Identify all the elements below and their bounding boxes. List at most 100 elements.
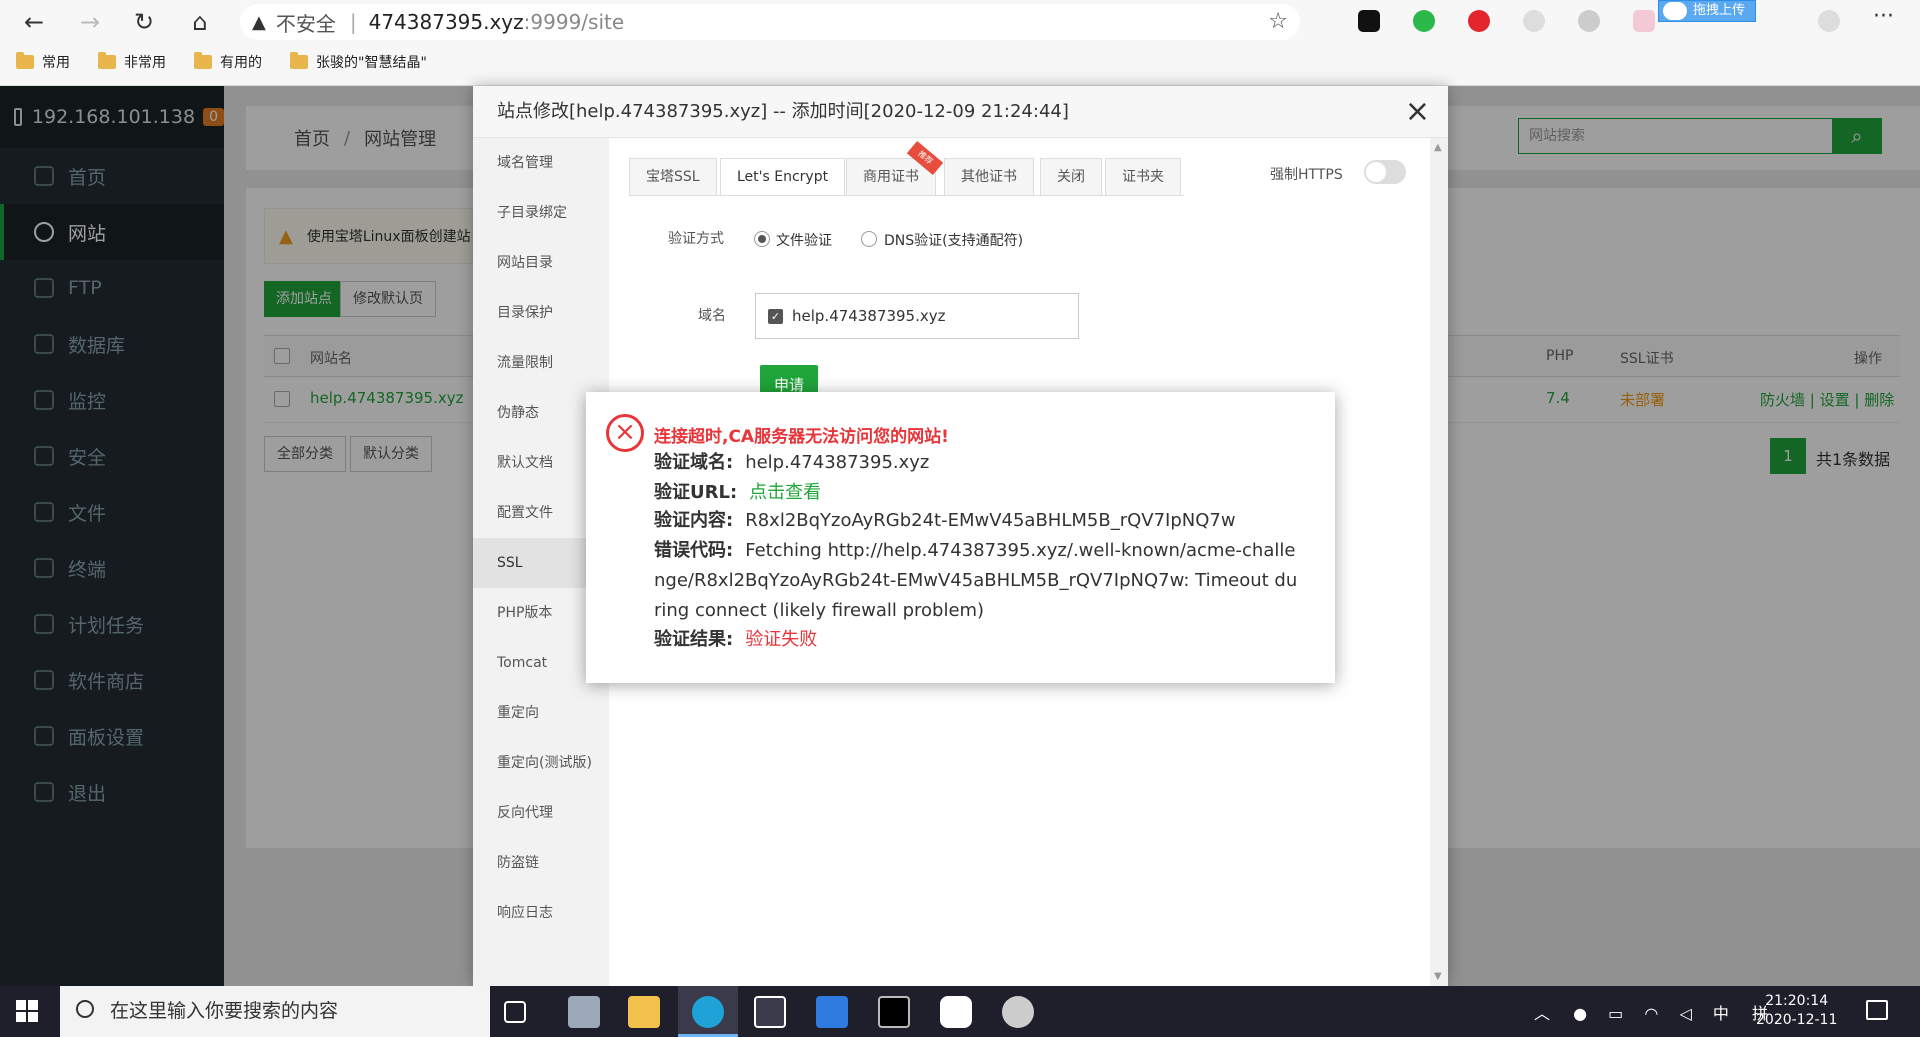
app-icon[interactable]: [1002, 996, 1034, 1028]
app-icon[interactable]: [568, 996, 600, 1028]
wifi-icon[interactable]: ◠: [1644, 1004, 1658, 1023]
file-verify-radio[interactable]: [754, 231, 770, 247]
modal-nav-item[interactable]: 域名管理: [473, 138, 609, 188]
upload-badge[interactable]: 拖拽上传: [1658, 0, 1757, 22]
search-icon: [76, 1000, 94, 1018]
browser-toolbar: ← → ↻ ⌂ ▲ 不安全 | 474387395.xyz :9999/site…: [0, 0, 1920, 86]
folder-icon: [194, 52, 212, 69]
error-code-block: 错误代码: Fetching http://help.474387395.xyz/…: [654, 536, 1304, 626]
extension-icon[interactable]: [1523, 10, 1545, 32]
verify-result-value: 验证失败: [745, 629, 818, 650]
dns-verify-label[interactable]: DNS验证(支持通配符): [884, 230, 1023, 250]
store-icon[interactable]: [754, 996, 786, 1028]
modal-nav-item[interactable]: 网站目录: [473, 238, 609, 288]
verification-error-dialog: × 连接超时,CA服务器无法访问您的网站! 验证域名: help.47438739…: [586, 392, 1335, 683]
taskbar-search-placeholder: 在这里输入你要搜索的内容: [110, 1000, 339, 1022]
modal-title: 站点修改[help.474387395.xyz] -- 添加时间[2020-12…: [473, 86, 1448, 138]
force-https-label: 强制HTTPS: [1270, 167, 1343, 183]
battery-icon[interactable]: ▭: [1608, 1004, 1623, 1023]
domain-option[interactable]: help.474387395.xyz: [792, 307, 945, 325]
modal-nav-item[interactable]: 目录保护: [473, 288, 609, 338]
error-code-value: Fetching http://help.474387395.xyz/.well…: [654, 540, 1298, 621]
chevron-up-icon[interactable]: ︿: [1534, 1004, 1550, 1023]
modal-nav-item[interactable]: 重定向: [473, 688, 609, 738]
modal-nav-item[interactable]: 重定向(测试版): [473, 738, 609, 788]
forward-arrow-icon[interactable]: →: [74, 6, 106, 38]
scroll-down-icon[interactable]: ▼: [1434, 971, 1442, 982]
address-bar[interactable]: ▲ 不安全 | 474387395.xyz :9999/site ☆: [240, 4, 1300, 40]
error-title: 连接超时,CA服务器无法访问您的网站!: [654, 427, 949, 447]
terminal-icon[interactable]: [878, 996, 910, 1028]
extension-icon[interactable]: [1633, 10, 1655, 32]
windows-taskbar: 在这里输入你要搜索的内容 ︿ ● ▭ ◠ ◁ 中 拼 21:20:14 2020…: [0, 986, 1920, 1037]
ssl-tab[interactable]: 关闭: [1040, 158, 1102, 196]
ssl-tab[interactable]: 其他证书: [944, 158, 1034, 196]
extension-icon[interactable]: [1578, 10, 1600, 32]
error-code-label: 错误代码:: [654, 540, 734, 561]
notification-icon[interactable]: [1866, 1000, 1888, 1020]
scroll-up-icon[interactable]: ▲: [1434, 142, 1442, 153]
file-explorer-icon[interactable]: [628, 996, 660, 1028]
folder-icon: [290, 52, 308, 69]
modal-nav-item[interactable]: 响应日志: [473, 888, 609, 938]
verify-content-line: 验证内容: R8xl2BqYzoAyRGb24t-EMwV45aBHLM5B_rQ…: [654, 506, 1236, 536]
modal-nav-item[interactable]: 防盗链: [473, 838, 609, 888]
force-https-toggle[interactable]: [1364, 160, 1406, 184]
profile-icon[interactable]: [1818, 10, 1840, 32]
file-verify-label[interactable]: 文件验证: [776, 230, 832, 250]
baidu-netdisk-icon[interactable]: [940, 996, 972, 1028]
edge-browser-icon[interactable]: [692, 996, 724, 1028]
checkbox-checked-icon[interactable]: ✓: [768, 309, 783, 324]
verify-content-label: 验证内容:: [654, 510, 734, 531]
ime-language[interactable]: 中: [1713, 1004, 1729, 1023]
ssl-tab[interactable]: 证书夹: [1105, 158, 1181, 196]
bookmark-folder[interactable]: 非常用: [98, 52, 166, 72]
verify-content-value: R8xl2BqYzoAyRGb24t-EMwV45aBHLM5B_rQV7IpN…: [745, 510, 1236, 531]
close-icon[interactable]: ×: [1405, 94, 1430, 129]
modal-nav-item[interactable]: 子目录绑定: [473, 188, 609, 238]
domain-select-box: ✓ help.474387395.xyz: [755, 293, 1079, 339]
adblock-extension-icon[interactable]: [1468, 10, 1490, 32]
taskbar-search-input[interactable]: 在这里输入你要搜索的内容: [60, 986, 490, 1037]
extension-icon[interactable]: [1358, 10, 1380, 32]
modal-nav-item[interactable]: 反向代理: [473, 788, 609, 838]
modal-nav-item[interactable]: 流量限制: [473, 338, 609, 388]
modal-scrollbar[interactable]: ▲ ▼: [1430, 138, 1448, 986]
app-icon[interactable]: [816, 996, 848, 1028]
system-clock[interactable]: 21:20:14 2020-12-11: [1756, 992, 1837, 1030]
refresh-icon[interactable]: ↻: [128, 6, 160, 38]
address-separator: |: [349, 10, 357, 34]
qq-icon[interactable]: ●: [1573, 1004, 1587, 1023]
url-host: 474387395.xyz: [368, 10, 524, 34]
browser-menu-icon[interactable]: ···: [1873, 4, 1894, 29]
volume-icon[interactable]: ◁: [1679, 1004, 1691, 1023]
verify-url-link[interactable]: 点击查看: [749, 482, 821, 503]
favorite-star-icon[interactable]: ☆: [1268, 9, 1288, 34]
bookmark-folder[interactable]: 张骏的"智慧结晶": [290, 52, 427, 72]
tab-underline: [629, 195, 1184, 196]
clock-time: 21:20:14: [1765, 993, 1829, 1009]
download-extension-icon[interactable]: [1413, 10, 1435, 32]
folder-icon: [98, 52, 116, 69]
verify-domain-line: 验证域名: help.474387395.xyz: [654, 448, 929, 478]
home-icon[interactable]: ⌂: [184, 6, 216, 38]
verify-result-label: 验证结果:: [654, 629, 734, 650]
verify-domain-label: 验证域名:: [654, 452, 734, 473]
verify-url-line: 验证URL: 点击查看: [654, 478, 821, 508]
task-view-icon[interactable]: [504, 1001, 526, 1023]
warning-triangle-icon: ▲: [252, 11, 266, 33]
bookmarks-bar: 常用 非常用 有用的 张骏的"智慧结晶": [0, 50, 455, 74]
folder-icon: [16, 52, 34, 69]
clock-date: 2020-12-11: [1756, 1012, 1838, 1028]
ssl-tab[interactable]: Let's Encrypt: [720, 158, 846, 196]
windows-start-icon[interactable]: [16, 1000, 40, 1024]
bookmark-folder[interactable]: 有用的: [194, 52, 262, 72]
back-arrow-icon[interactable]: ←: [18, 6, 50, 38]
bookmark-label: 张骏的"智慧结晶": [316, 55, 427, 71]
upload-badge-label: 拖拽上传: [1693, 3, 1746, 18]
toggle-knob: [1366, 162, 1386, 182]
dns-verify-radio[interactable]: [861, 231, 877, 247]
ssl-tab[interactable]: 宝塔SSL: [629, 158, 717, 196]
verify-method-label: 验证方式: [668, 231, 724, 247]
bookmark-folder[interactable]: 常用: [16, 52, 70, 72]
